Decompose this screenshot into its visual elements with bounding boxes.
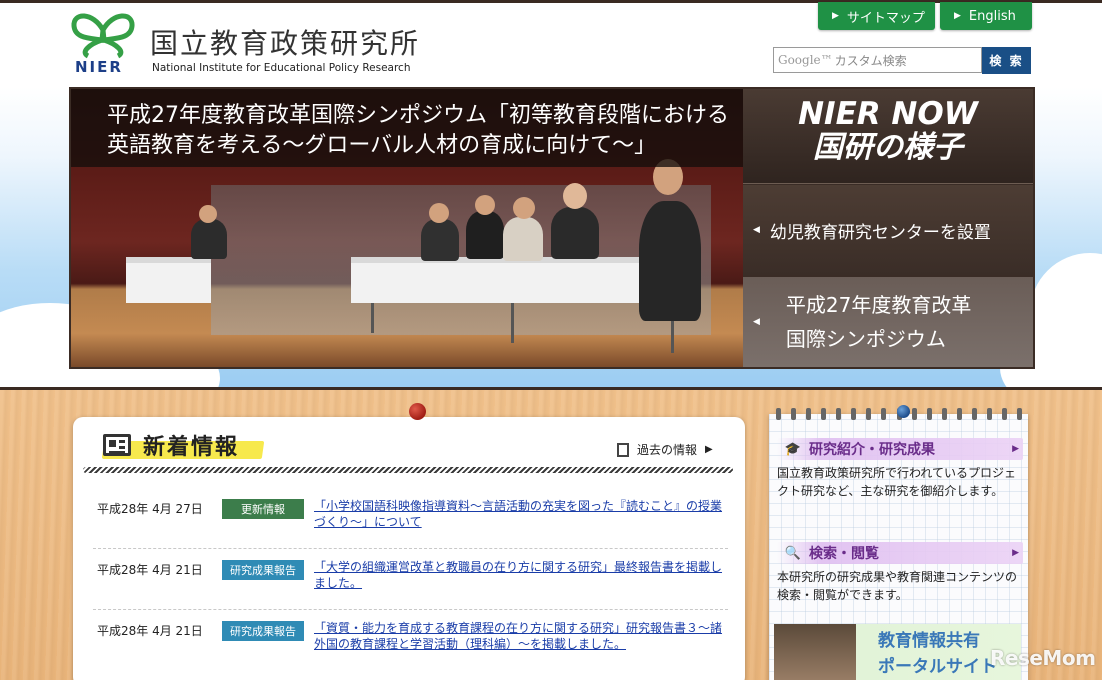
- sidebar-heading-label: 研究紹介・研究成果: [809, 442, 935, 458]
- arrow-right-icon: ▶: [954, 11, 961, 21]
- panelist: [191, 219, 227, 259]
- banner-item-label: 国際シンポジウム: [785, 327, 946, 351]
- portal-title-line1: 教育情報共有: [878, 631, 980, 651]
- past-news-label: 過去の情報: [637, 443, 698, 457]
- sidebar-heading-research[interactable]: 🎓 研究紹介・研究成果 ▶: [777, 438, 1023, 460]
- panelist: [639, 201, 701, 321]
- panelist-head: [429, 203, 449, 223]
- document-icon: [617, 442, 629, 457]
- panelist-head: [513, 197, 535, 219]
- banner-caption-line2: 英語教育を考える～グローバル人材の育成に向けて～」: [107, 133, 657, 158]
- arrow-right-icon: ▶: [1012, 548, 1019, 558]
- news-row: 平成28年 4月 21日 研究成果報告 「大学の組織運営改革と教職員の在り方に関…: [93, 550, 728, 610]
- newspaper-icon: [103, 434, 131, 456]
- table-leg: [371, 303, 374, 333]
- arrow-left-icon: ◀: [753, 225, 760, 235]
- news-date: 平成28年 4月 27日: [97, 502, 203, 516]
- news-link[interactable]: 「小学校国語科映像指導資料～言語活動の充実を図った『読むこと』の授業づくり～」に…: [314, 498, 724, 530]
- portal-title: 教育情報共有 ポータルサイト: [878, 628, 997, 680]
- sidebar-heading-label: 検索・閲覧: [809, 546, 879, 562]
- news-panel: 新着情報 過去の情報 ▶ 平成28年 4月 27日 更新情報 「小学校国語科映像…: [73, 417, 745, 680]
- english-button[interactable]: ▶ English: [940, 2, 1032, 30]
- site-subtitle: National Institute for Educational Polic…: [152, 62, 411, 74]
- sidebar-description: 本研究所の研究成果や教育関連コンテンツの検索・閲覧ができます。: [777, 570, 1018, 602]
- portal-site-banner[interactable]: 教育情報共有 ポータルサイト: [774, 624, 1021, 680]
- arrow-left-icon: ◀: [753, 317, 760, 327]
- panelist-head: [199, 205, 217, 223]
- panelist: [466, 211, 504, 259]
- news-heading: 新着情報: [101, 429, 265, 461]
- nier-now-subtitle: 国研の様子: [813, 130, 963, 165]
- nier-now-panel: NIER NOW 国研の様子 ◀ 幼児教育研究センターを設置 ◀ 平成27年度教…: [743, 89, 1033, 367]
- news-date: 平成28年 4月 21日: [97, 624, 203, 638]
- sitemap-label: サイトマップ: [846, 10, 925, 26]
- arrow-right-icon: ▶: [832, 11, 839, 21]
- divider: [83, 467, 733, 473]
- podium-table: [126, 257, 211, 303]
- panelist-head: [563, 183, 587, 209]
- english-label: English: [968, 8, 1016, 24]
- sidebar-heading-search[interactable]: 🔍 検索・閲覧 ▶: [777, 542, 1023, 564]
- banner-item-preschool-center[interactable]: ◀ 幼児教育研究センターを設置: [743, 185, 1033, 275]
- banner-item-symposium[interactable]: ◀ 平成27年度教育改革 国際シンポジウム: [743, 277, 1033, 367]
- news-link[interactable]: 「大学の組織運営改革と教職員の在り方に関する研究」最終報告書を掲載しました。: [314, 559, 724, 591]
- panelist: [421, 219, 459, 261]
- logo-text: NIER: [75, 58, 123, 76]
- banner-item-label: 幼児教育研究センターを設置: [769, 222, 991, 243]
- magnifier-icon: 🔍: [784, 545, 802, 561]
- search-placeholder: カスタム検索: [834, 53, 907, 68]
- resemom-watermark: ReseMom: [990, 646, 1096, 670]
- table-leg: [511, 303, 514, 343]
- sitemap-button[interactable]: ▶ サイトマップ: [818, 2, 935, 30]
- portal-photo: [774, 624, 856, 680]
- portal-title-line2: ポータルサイト: [878, 657, 997, 677]
- sidebar-notebook: 🎓 研究紹介・研究成果 ▶ 国立教育政策研究所で行われているプロジェクト研究など…: [769, 414, 1028, 680]
- news-link[interactable]: 「資質・能力を育成する教育課程の在り方に関する研究」研究報告書３～諸外国の教育課…: [314, 620, 724, 652]
- symposium-photo[interactable]: 平成27年度教育改革国際シンポジウム「初等教育段階における 英語教育を考える～グ…: [71, 89, 743, 367]
- nier-now-title: NIER NOW: [798, 96, 978, 132]
- arrow-right-icon: ▶: [1012, 444, 1019, 454]
- panelist: [503, 217, 543, 261]
- site-title[interactable]: 国立教育政策研究所: [150, 22, 420, 62]
- news-date: 平成28年 4月 21日: [97, 563, 203, 577]
- panelist: [551, 207, 599, 259]
- graduation-cap-icon: 🎓: [784, 441, 802, 457]
- sidebar-description: 国立教育政策研究所で行われているプロジェクト研究など、主な研究を御紹介します。: [777, 466, 1017, 498]
- news-row: 平成28年 4月 27日 更新情報 「小学校国語科映像指導資料～言語活動の充実を…: [93, 489, 728, 549]
- past-news-link[interactable]: 過去の情報 ▶: [617, 441, 713, 458]
- banner-caption-line1: 平成27年度教育改革国際シンポジウム「初等教育段階における: [107, 103, 729, 128]
- pushpin-icon: [409, 403, 426, 420]
- search-button[interactable]: 検 索: [982, 47, 1031, 74]
- main-banner: 平成27年度教育改革国際シンポジウム「初等教育段階における 英語教育を考える～グ…: [69, 87, 1035, 369]
- news-tag: 研究成果報告: [222, 621, 304, 641]
- news-tag: 研究成果報告: [222, 560, 304, 580]
- news-tag: 更新情報: [222, 499, 304, 519]
- banner-caption: 平成27年度教育改革国際シンポジウム「初等教育段階における 英語教育を考える～グ…: [71, 89, 743, 167]
- panelist-head: [475, 195, 495, 215]
- arrow-right-icon: ▶: [705, 444, 713, 455]
- news-title: 新着情報: [143, 435, 240, 460]
- nier-now-heading: NIER NOW 国研の様子: [743, 89, 1033, 184]
- google-mark: Google™: [778, 53, 833, 67]
- pushpin-icon: [897, 405, 910, 418]
- search-input[interactable]: Google™ カスタム検索: [773, 47, 982, 73]
- banner-item-label: 平成27年度教育改革: [785, 293, 972, 317]
- news-row: 平成28年 4月 21日 研究成果報告 「資質・能力を育成する教育課程の在り方に…: [93, 611, 728, 671]
